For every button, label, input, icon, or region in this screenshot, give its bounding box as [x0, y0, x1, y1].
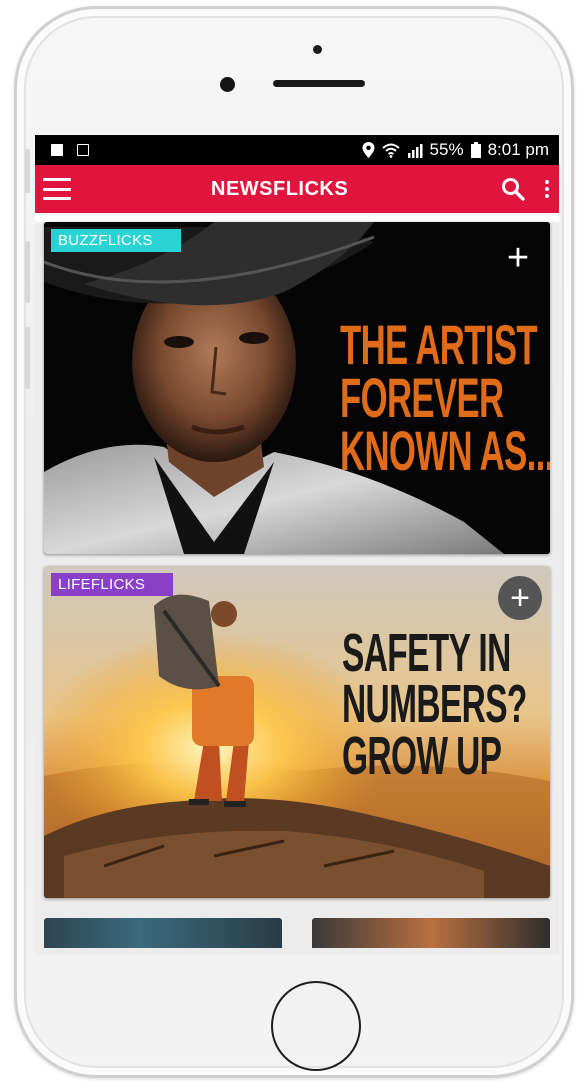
proximity-sensor [313, 45, 322, 54]
headline-line: GROW UP [342, 725, 502, 786]
headline-line: FOREVER [340, 366, 504, 430]
more-vert-icon[interactable] [545, 180, 549, 198]
headline-line: NUMBERS? [342, 674, 527, 735]
category-label: BUZZFLICKS [58, 232, 153, 249]
clock: 8:01 pm [487, 140, 549, 159]
signal-icon [407, 143, 423, 158]
card-headline: SAFETY IN NUMBERS? GROW UP [342, 623, 527, 786]
app-screen: 55% 8:01 pm NEWSFLICKS BUZZFLICKS + THE … [35, 135, 559, 955]
facebook-notification-icon [51, 144, 63, 156]
front-camera [220, 77, 235, 92]
status-bar: 55% 8:01 pm [35, 135, 559, 165]
category-tag: BUZZFLICKS [51, 229, 181, 252]
volume-down-button [25, 327, 30, 389]
news-card-thumbnail[interactable] [44, 918, 282, 948]
news-card-thumbnail[interactable] [312, 918, 550, 948]
next-row-thumbnails [44, 918, 550, 948]
battery-icon [470, 142, 481, 158]
news-card[interactable]: BUZZFLICKS + THE ARTIST FOREVER KNOWN AS… [44, 222, 550, 554]
app-bar: NEWSFLICKS [35, 165, 559, 213]
menu-icon[interactable] [43, 178, 71, 200]
headline-line: KNOWN AS... [340, 419, 550, 483]
news-feed: BUZZFLICKS + THE ARTIST FOREVER KNOWN AS… [35, 222, 559, 955]
volume-up-button [25, 241, 30, 303]
add-icon[interactable]: + [498, 238, 538, 278]
headline-line: SAFETY IN [342, 623, 511, 683]
category-tag: LIFEFLICKS [51, 573, 174, 596]
search-icon[interactable] [501, 177, 525, 201]
category-label: LIFEFLICKS [58, 576, 146, 593]
location-icon [362, 142, 375, 158]
card-headline: THE ARTIST FOREVER KNOWN AS... [340, 313, 550, 483]
app-title: NEWSFLICKS [211, 177, 349, 200]
home-button[interactable] [271, 981, 361, 1071]
mute-switch [25, 149, 30, 193]
headline-line: THE ARTIST [340, 313, 538, 376]
wifi-icon [381, 143, 400, 158]
image-notification-icon [77, 144, 89, 156]
battery-percent: 55% [429, 140, 464, 159]
add-icon[interactable]: + [498, 576, 542, 620]
news-card[interactable]: LIFEFLICKS + SAFETY IN NUMBERS? GROW UP [44, 566, 550, 898]
earpiece-speaker [273, 80, 365, 87]
